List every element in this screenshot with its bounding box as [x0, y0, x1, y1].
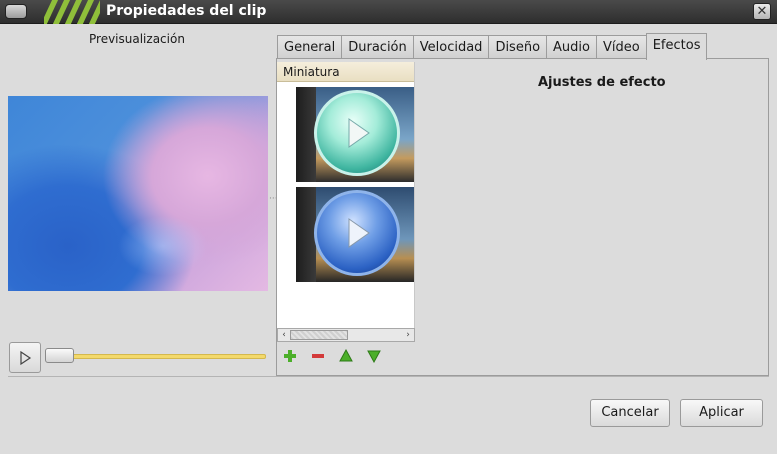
play-button[interactable] — [9, 342, 41, 373]
preview-position-slider[interactable] — [48, 354, 266, 359]
add-effect-button[interactable] — [282, 348, 298, 364]
effect-settings-title: Ajustes de efecto — [538, 75, 666, 90]
title-bar: Propiedades del clip ✕ — [0, 0, 777, 24]
remove-icon — [312, 354, 324, 358]
move-down-icon — [367, 350, 381, 363]
scrollbar-thumb[interactable] — [290, 330, 348, 340]
move-up-icon — [339, 349, 353, 362]
preview-label: Previsualización — [89, 32, 185, 46]
tab-speed[interactable]: Velocidad — [412, 35, 490, 60]
tab-video[interactable]: Vídeo — [595, 35, 647, 60]
apply-button[interactable]: Aplicar — [680, 399, 763, 427]
play-icon — [348, 218, 370, 248]
tab-audio[interactable]: Audio — [546, 35, 597, 60]
window-menu-button[interactable] — [5, 4, 27, 19]
play-icon — [348, 118, 370, 148]
play-icon — [20, 350, 32, 365]
effect-item[interactable] — [296, 187, 414, 282]
tab-general[interactable]: General — [277, 35, 343, 60]
move-up-button[interactable] — [338, 348, 354, 364]
effects-list[interactable]: Miniatura — [277, 62, 415, 328]
scroll-left-icon[interactable]: ‹ — [278, 329, 290, 341]
tab-duration[interactable]: Duración — [341, 35, 414, 60]
remove-effect-button[interactable] — [310, 348, 326, 364]
tab-layout[interactable]: Diseño — [488, 35, 548, 60]
horizontal-scrollbar[interactable]: ‹ › — [277, 328, 415, 342]
close-icon: ✕ — [756, 4, 768, 19]
scroll-right-icon[interactable]: › — [402, 329, 414, 341]
divider — [8, 376, 769, 377]
tab-bar: General Duración Velocidad Diseño Audio … — [277, 33, 708, 60]
cancel-button[interactable]: Cancelar — [590, 399, 670, 427]
preview-video — [8, 96, 268, 291]
effect-item[interactable] — [296, 87, 414, 182]
column-header-thumbnail[interactable]: Miniatura — [277, 62, 414, 82]
add-icon — [284, 350, 296, 362]
slider-handle[interactable] — [45, 348, 74, 363]
title-bar-decoration — [44, 0, 100, 24]
close-button[interactable]: ✕ — [753, 3, 771, 20]
tab-effects[interactable]: Efectos — [645, 33, 708, 60]
move-down-button[interactable] — [366, 348, 382, 364]
effects-toolbar — [282, 348, 382, 364]
window-title: Propiedades del clip — [106, 3, 267, 19]
